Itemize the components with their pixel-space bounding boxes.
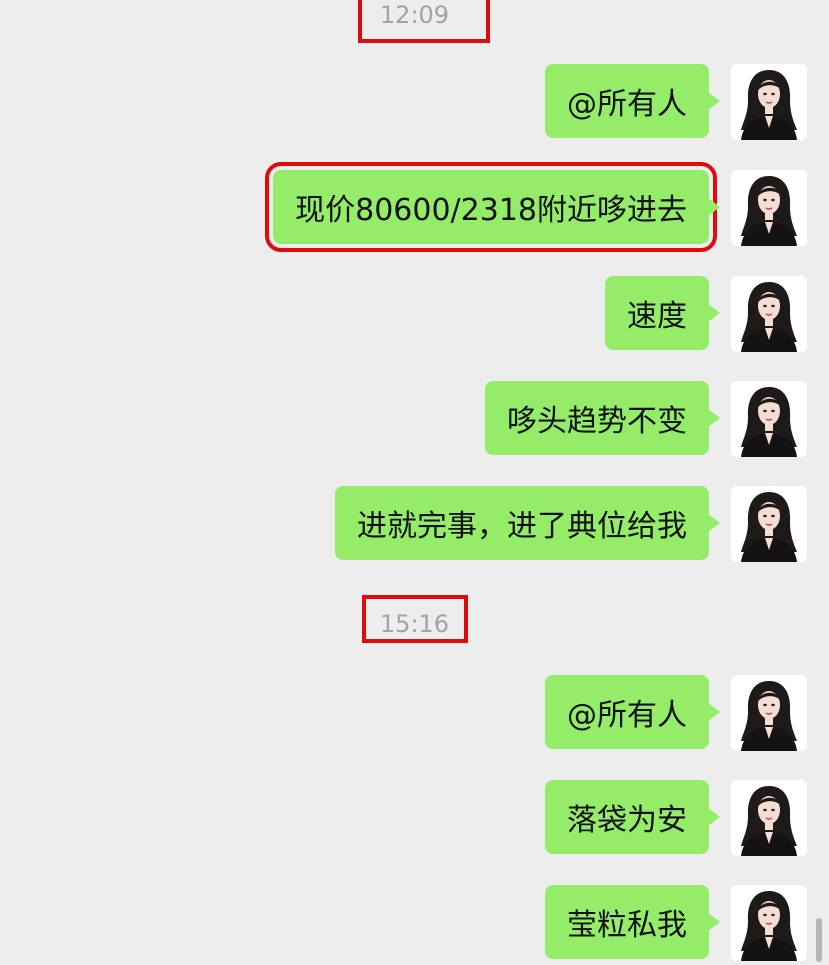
avatar[interactable] xyxy=(731,170,807,246)
message-bubble[interactable]: 莹粒私我 xyxy=(545,885,720,959)
message-text: 莹粒私我 xyxy=(567,908,687,943)
message-text: 速度 xyxy=(627,299,687,334)
message-row: 速度 xyxy=(605,276,807,352)
chat-view: 12:09 @所有人 现价80600/2318附近哆进去 速度 哆头趋势不变 进… xyxy=(0,0,829,965)
avatar[interactable] xyxy=(731,675,807,751)
message-row: 现价80600/2318附近哆进去 xyxy=(265,162,807,252)
message-text: 现价80600/2318附近哆进去 xyxy=(295,193,687,228)
message-row: @所有人 xyxy=(545,64,807,140)
woman-portrait-avatar-icon xyxy=(731,276,807,352)
message-bubble[interactable]: 落袋为安 xyxy=(545,780,720,854)
message-bubble-highlighted[interactable]: 现价80600/2318附近哆进去 xyxy=(265,162,720,252)
message-text: @所有人 xyxy=(567,87,687,122)
woman-portrait-avatar-icon xyxy=(731,170,807,246)
woman-portrait-avatar-icon xyxy=(731,64,807,140)
avatar[interactable] xyxy=(731,486,807,562)
message-row: @所有人 xyxy=(545,675,807,751)
woman-portrait-avatar-icon xyxy=(731,885,807,961)
message-bubble[interactable]: 进就完事，进了典位给我 xyxy=(335,486,720,560)
message-row: 进就完事，进了典位给我 xyxy=(335,486,807,562)
timestamp-highlight-box xyxy=(362,595,468,643)
message-row: 莹粒私我 xyxy=(545,885,807,961)
scrollbar[interactable] xyxy=(816,918,822,962)
woman-portrait-avatar-icon xyxy=(731,780,807,856)
woman-portrait-avatar-icon xyxy=(731,381,807,457)
timestamp-highlight-box xyxy=(358,0,490,43)
message-text: @所有人 xyxy=(567,698,687,733)
woman-portrait-avatar-icon xyxy=(731,675,807,751)
message-bubble[interactable]: 哆头趋势不变 xyxy=(485,381,720,455)
avatar[interactable] xyxy=(731,276,807,352)
avatar[interactable] xyxy=(731,381,807,457)
avatar[interactable] xyxy=(731,64,807,140)
message-row: 落袋为安 xyxy=(545,780,807,856)
woman-portrait-avatar-icon xyxy=(731,486,807,562)
message-bubble[interactable]: @所有人 xyxy=(545,675,720,749)
message-text: 进就完事，进了典位给我 xyxy=(357,509,687,544)
message-text: 落袋为安 xyxy=(567,803,687,838)
avatar[interactable] xyxy=(731,885,807,961)
message-text: 哆头趋势不变 xyxy=(507,404,687,439)
avatar[interactable] xyxy=(731,780,807,856)
message-bubble[interactable]: 速度 xyxy=(605,276,720,350)
message-row: 哆头趋势不变 xyxy=(485,381,807,457)
message-bubble[interactable]: @所有人 xyxy=(545,64,720,138)
